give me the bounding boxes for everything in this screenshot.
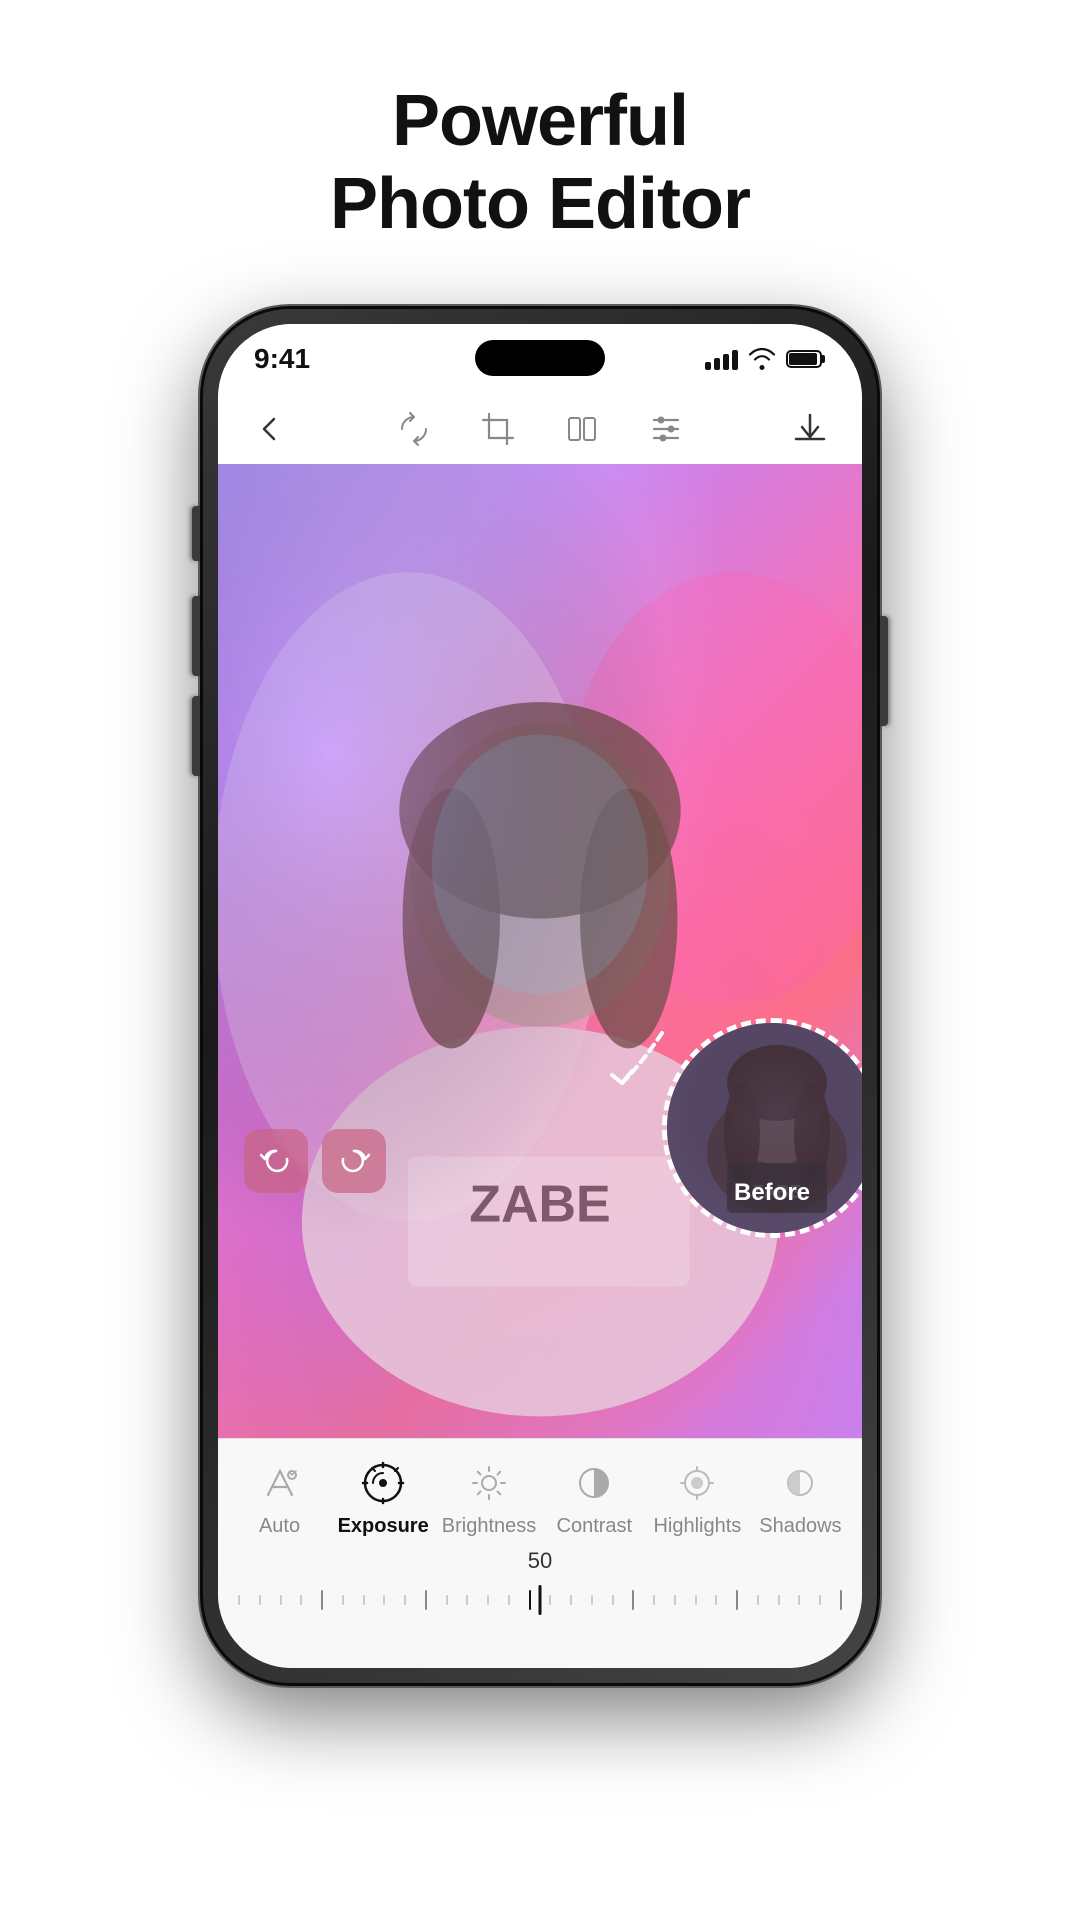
phone-button-vol-up (192, 596, 200, 676)
phone-screen: 9:41 (218, 324, 862, 1668)
crop-icon[interactable] (476, 407, 520, 451)
exposure-icon (357, 1457, 409, 1509)
slider-needle (539, 1585, 542, 1615)
auto-label: Auto (259, 1515, 300, 1538)
shadows-icon (774, 1457, 826, 1509)
wifi-icon (748, 348, 776, 370)
tab-exposure[interactable]: Exposure (338, 1457, 429, 1538)
phone-button-power (880, 616, 888, 726)
tab-highlights[interactable]: Highlights (652, 1457, 742, 1538)
tab-brightness[interactable]: Brightness (442, 1457, 537, 1538)
signal-icon (705, 348, 738, 370)
undo-redo-group (244, 1129, 386, 1193)
photo-canvas: ZABE (218, 464, 862, 1438)
slider-track[interactable] (238, 1582, 842, 1618)
contrast-icon (568, 1457, 620, 1509)
editor-toolbar (218, 394, 862, 464)
slider-value: 50 (238, 1548, 842, 1574)
before-label: Before (734, 1179, 810, 1207)
contrast-label: Contrast (557, 1515, 633, 1538)
tab-contrast[interactable]: Contrast (549, 1457, 639, 1538)
redo-button[interactable] (322, 1129, 386, 1193)
status-icons (705, 348, 826, 370)
comparison-arrow (582, 1003, 702, 1128)
brightness-label: Brightness (442, 1515, 537, 1538)
filter-icon[interactable] (644, 407, 688, 451)
adjustment-panel: Auto (218, 1438, 862, 1668)
brightness-icon (463, 1457, 515, 1509)
page-title: Powerful Photo Editor (330, 80, 750, 246)
slider-area: 50 (218, 1538, 862, 1618)
phone-mockup: 9:41 (200, 306, 880, 1686)
tab-shadows[interactable]: Shadows (755, 1457, 845, 1538)
photo-subject: ZABE (218, 464, 862, 1438)
battery-icon (786, 348, 826, 370)
phone-button-vol-down (192, 696, 200, 776)
highlights-label: Highlights (653, 1515, 741, 1538)
download-button[interactable] (788, 407, 832, 451)
highlights-icon (671, 1457, 723, 1509)
flip-icon[interactable] (560, 407, 604, 451)
adjustment-tabs: Auto (218, 1439, 862, 1538)
back-button[interactable] (248, 407, 292, 451)
shadows-label: Shadows (759, 1515, 841, 1538)
tab-auto[interactable]: Auto (235, 1457, 325, 1538)
dynamic-island (475, 340, 605, 376)
phone-button-silent (192, 506, 200, 561)
status-time: 9:41 (254, 343, 310, 375)
auto-icon (254, 1457, 306, 1509)
undo-button[interactable] (244, 1129, 308, 1193)
exposure-label: Exposure (338, 1515, 429, 1538)
rotate-icon[interactable] (392, 407, 436, 451)
